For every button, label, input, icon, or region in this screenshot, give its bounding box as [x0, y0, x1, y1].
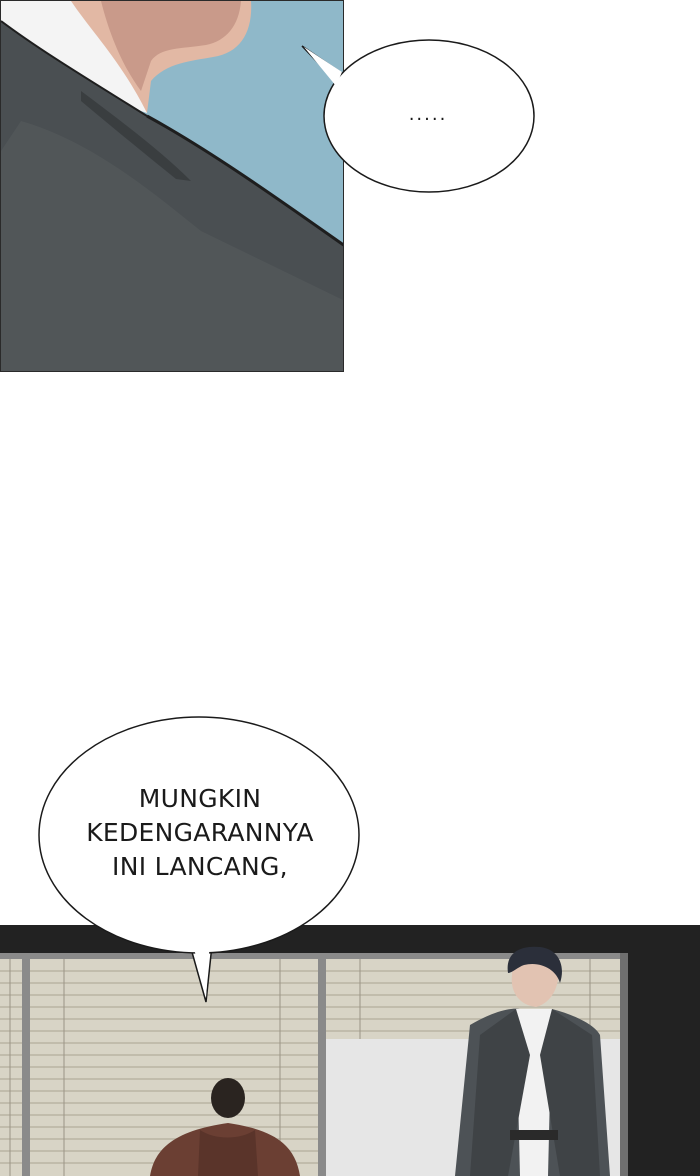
speech-bubble-bottom-text: MUNGKIN KEDENGARANNYA INI LANCANG,	[86, 784, 314, 881]
speech-bubble-top-text: .....	[408, 104, 448, 125]
speech-bubbles-layer	[38, 39, 535, 1003]
